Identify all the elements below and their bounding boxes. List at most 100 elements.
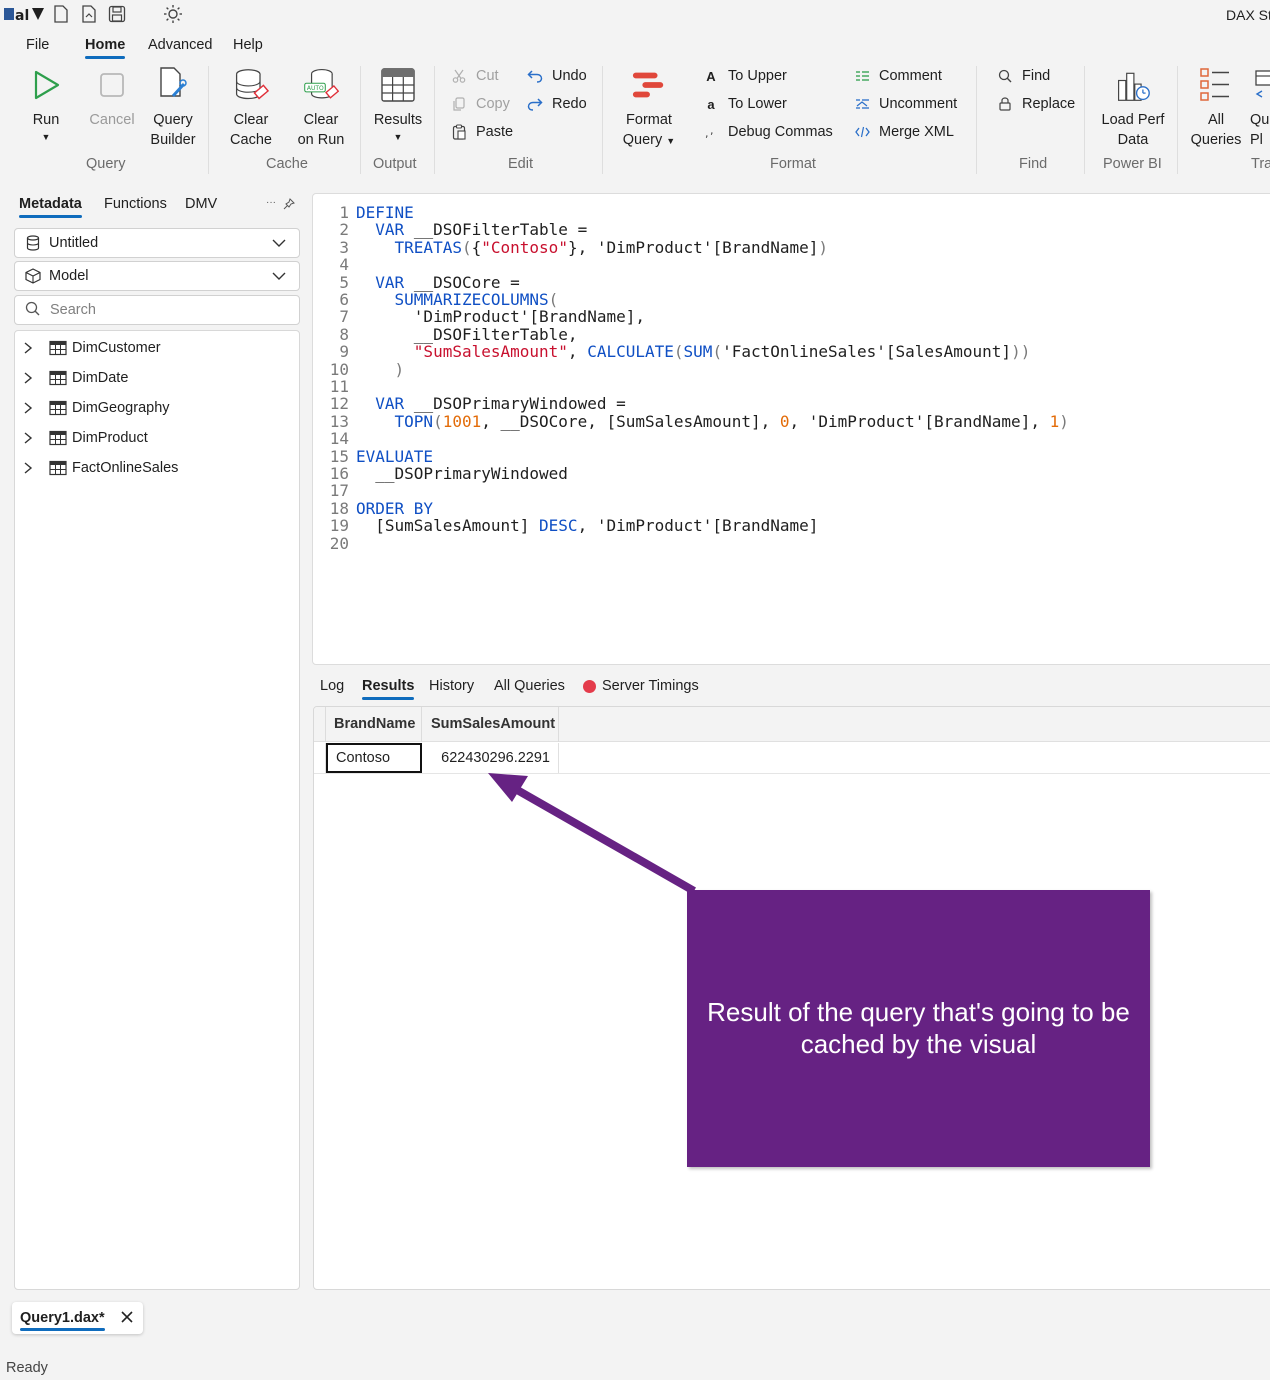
query-plan-label-1: Qu xyxy=(1250,112,1270,128)
comment-button[interactable]: Comment xyxy=(854,68,942,84)
run-button[interactable]: Run ▼ xyxy=(26,66,66,142)
metadata-search[interactable] xyxy=(14,295,300,325)
table-name: DimGeography xyxy=(72,400,170,416)
table-icon xyxy=(49,340,67,356)
copy-button[interactable]: Copy xyxy=(451,96,510,112)
clear-cache-button[interactable]: Clear Cache xyxy=(226,66,276,150)
uncomment-button[interactable]: Uncomment xyxy=(854,96,957,112)
server-timings-label: Server Timings xyxy=(602,678,699,694)
row-header-corner xyxy=(314,707,326,742)
chevron-right-icon[interactable] xyxy=(23,402,39,414)
tab-functions[interactable]: Functions xyxy=(104,196,167,212)
clear-on-run-button[interactable]: AUTO Clear on Run xyxy=(294,66,348,150)
cell-brandname[interactable]: Contoso xyxy=(326,743,422,773)
chevron-right-icon[interactable] xyxy=(23,372,39,384)
database-name: Untitled xyxy=(49,235,99,251)
model-dropdown[interactable]: Model xyxy=(14,261,300,291)
uppercase-a-icon: A xyxy=(706,68,716,84)
svg-text:,: , xyxy=(705,127,709,139)
tree-item-dimcustomer[interactable]: DimCustomer xyxy=(15,334,299,362)
pin-icon[interactable] xyxy=(283,197,295,213)
table-icon xyxy=(49,400,67,416)
database-dropdown[interactable]: Untitled xyxy=(14,228,300,258)
debug-commas-label: Debug Commas xyxy=(728,124,833,140)
ribbon-separator xyxy=(1177,66,1178,174)
scissors-icon xyxy=(451,68,467,84)
close-icon[interactable] xyxy=(120,1310,134,1328)
query-builder-button[interactable]: Query Builder xyxy=(148,66,198,150)
query-plan-button[interactable]: Qu Pl xyxy=(1250,66,1270,150)
chevron-right-icon[interactable] xyxy=(23,342,39,354)
merge-xml-label: Merge XML xyxy=(879,124,954,140)
tab-log[interactable]: Log xyxy=(320,678,344,694)
results-button[interactable]: Results ▼ xyxy=(372,66,424,142)
new-file-icon[interactable] xyxy=(53,4,69,24)
group-label-format: Format xyxy=(770,156,816,172)
document-tab-query1[interactable]: Query1.dax* xyxy=(12,1302,143,1334)
tab-dmv[interactable]: DMV xyxy=(185,196,217,212)
load-perf-data-label-1: Load Perf xyxy=(1101,112,1165,128)
code-line: 9 "SumSalesAmount", CALCULATE(SUM('FactO… xyxy=(339,342,1031,362)
more-options-icon[interactable]: ··· xyxy=(266,197,276,208)
cancel-button[interactable]: Cancel xyxy=(88,66,136,130)
find-label: Find xyxy=(1022,68,1051,84)
results-label: Results xyxy=(373,112,423,128)
clear-cache-icon xyxy=(233,66,269,104)
undo-button[interactable]: Undo xyxy=(527,68,587,84)
code-line: 13 TOPN(1001, __DSOCore, [SumSalesAmount… xyxy=(329,411,1069,431)
group-label-cache: Cache xyxy=(266,156,308,172)
row-header[interactable] xyxy=(314,743,326,773)
save-icon[interactable] xyxy=(108,4,126,24)
tree-item-dimproduct[interactable]: DimProduct xyxy=(15,424,299,452)
merge-xml-button[interactable]: Merge XML xyxy=(854,124,954,140)
tab-advanced[interactable]: Advanced xyxy=(148,37,213,53)
column-header-sumsalesamount[interactable]: SumSalesAmount xyxy=(423,707,559,742)
code-line: 19 [SumSalesAmount] DESC, 'DimProduct'[B… xyxy=(329,516,819,536)
chevron-right-icon[interactable] xyxy=(23,462,39,474)
tree-item-dimgeography[interactable]: DimGeography xyxy=(15,394,299,422)
tab-metadata[interactable]: Metadata xyxy=(19,196,82,218)
format-query-button[interactable]: Format Query ▼ xyxy=(620,66,678,151)
results-dropdown-icon[interactable]: ▼ xyxy=(394,132,403,142)
cell-sumsalesamount[interactable]: 622430296.2291 xyxy=(423,743,559,773)
query-builder-icon xyxy=(155,66,191,104)
run-dropdown-icon[interactable]: ▼ xyxy=(42,132,51,142)
tab-history[interactable]: History xyxy=(429,678,474,694)
tab-all-queries[interactable]: All Queries xyxy=(494,678,565,694)
theme-icon[interactable] xyxy=(163,4,183,24)
tab-help[interactable]: Help xyxy=(233,37,263,53)
load-perf-data-button[interactable]: Load Perf Data xyxy=(1098,66,1168,150)
column-header-brandname[interactable]: BrandName xyxy=(326,707,422,742)
format-query-label-2: Query ▼ xyxy=(622,132,676,148)
query-editor[interactable]: 1 DEFINE 2 VAR __DSOFilterTable = 3 TREAT… xyxy=(312,193,1270,665)
code-line: 3 TREATAS({"Contoso"}, 'DimProduct'[Bran… xyxy=(339,237,829,257)
tab-results[interactable]: Results xyxy=(362,678,415,700)
clear-cache-label-1: Clear xyxy=(233,112,269,128)
to-upper-button[interactable]: A To Upper xyxy=(703,68,787,84)
to-lower-button[interactable]: a To Lower xyxy=(703,96,786,112)
replace-button[interactable]: Replace xyxy=(997,96,1075,112)
tab-server-timings[interactable]: Server Timings xyxy=(583,678,699,694)
redo-button[interactable]: Redo xyxy=(527,96,587,112)
code-line: 18 ORDER BY xyxy=(329,498,434,518)
cut-button[interactable]: Cut xyxy=(451,68,499,84)
tree-item-factonlinesales[interactable]: FactOnlineSales xyxy=(15,454,299,482)
tab-home[interactable]: Home xyxy=(85,37,126,59)
all-queries-label-2: Queries xyxy=(1190,132,1242,148)
search-input[interactable] xyxy=(48,301,288,319)
replace-icon xyxy=(997,96,1013,112)
chevron-right-icon[interactable] xyxy=(23,432,39,444)
open-file-icon[interactable] xyxy=(81,4,97,24)
group-label-edit: Edit xyxy=(508,156,533,172)
group-label-output: Output xyxy=(373,156,417,172)
comment-icon xyxy=(854,68,870,84)
tree-item-dimdate[interactable]: DimDate xyxy=(15,364,299,392)
annotation-callout: Result of the query that's going to be c… xyxy=(687,890,1150,1167)
all-queries-button[interactable]: All Queries xyxy=(1189,66,1243,150)
debug-commas-button[interactable]: ,, Debug Commas xyxy=(703,124,833,140)
group-label-trace: Tra xyxy=(1251,156,1270,172)
tab-file[interactable]: File xyxy=(26,37,49,53)
paste-button[interactable]: Paste xyxy=(451,124,513,140)
find-button[interactable]: Find xyxy=(997,68,1050,84)
format-query-dropdown-icon[interactable]: ▼ xyxy=(666,136,675,146)
